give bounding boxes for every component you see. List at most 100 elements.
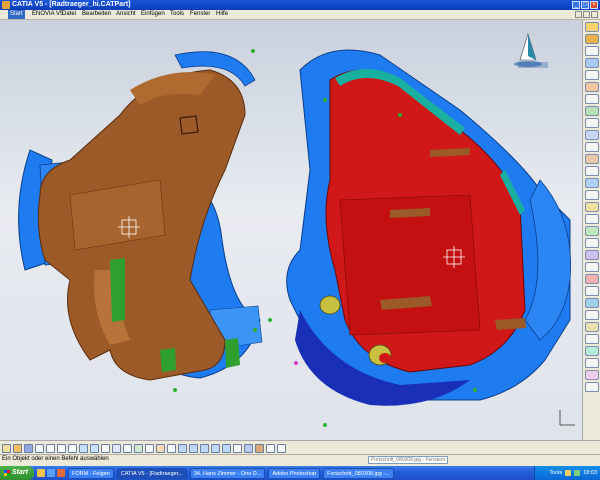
magenta-point (294, 361, 298, 365)
shaft-icon[interactable] (585, 58, 599, 68)
status-bar: Ein Objekt oder einen Befehl auswählen (0, 454, 600, 466)
media-icon[interactable] (56, 469, 65, 477)
mirror-icon[interactable] (585, 274, 599, 284)
taskbar-item-media-player[interactable]: 34. Hans Zimmer - One D... (189, 467, 266, 479)
browser-icon[interactable] (46, 469, 55, 477)
tray-tools-label[interactable]: Tools (549, 470, 562, 476)
thickness-icon[interactable] (585, 190, 599, 200)
update-icon[interactable] (112, 443, 121, 453)
remove-face-icon[interactable] (585, 214, 599, 224)
doc-restore-button[interactable] (583, 11, 590, 18)
swap-space-icon[interactable] (277, 443, 286, 453)
start-label: Start (12, 469, 28, 476)
iso-view-icon[interactable] (244, 443, 253, 453)
draft-icon[interactable] (585, 166, 599, 176)
start-button[interactable]: Start (0, 466, 34, 480)
menu-ansicht[interactable]: Ansicht (116, 10, 136, 19)
minimize-button[interactable]: _ (572, 1, 580, 9)
print-icon[interactable] (35, 443, 44, 453)
catalog-icon[interactable] (123, 443, 132, 453)
analysis-icon[interactable] (585, 370, 599, 380)
thick-surface-icon[interactable] (585, 238, 599, 248)
rotate-icon[interactable] (200, 443, 209, 453)
slot-icon[interactable] (585, 106, 599, 116)
paste-icon[interactable] (68, 443, 77, 453)
stiffener-icon[interactable] (585, 118, 599, 128)
menu-bar: Start ENOVIA V5 Datei Bearbeiten Ansicht… (0, 10, 600, 20)
chamfer-icon[interactable] (585, 154, 599, 164)
whats-this-icon[interactable] (101, 443, 110, 453)
menu-tools[interactable]: Tools (170, 10, 184, 19)
taskbar-item-catia[interactable]: CATIA V5 - [Radtraeger... (116, 467, 187, 479)
taskbar-item-fortschritt[interactable]: Fortschritt_080308.jpg -... (323, 467, 394, 479)
measure-icon[interactable] (585, 382, 599, 392)
scaling-icon[interactable] (585, 298, 599, 308)
multi-section-solid-icon[interactable] (585, 130, 599, 140)
3d-viewport[interactable] (0, 20, 582, 440)
copy-icon[interactable] (57, 443, 66, 453)
quick-launch (36, 469, 65, 477)
pad-icon[interactable] (585, 34, 599, 44)
menu-hilfe[interactable]: Hilfe (216, 10, 228, 19)
measure-between-icon[interactable] (134, 443, 143, 453)
maximize-button[interactable]: □ (581, 1, 589, 9)
new-icon[interactable] (2, 443, 11, 453)
menu-einfuegen[interactable]: Einfügen (141, 10, 165, 19)
redo-icon[interactable] (90, 443, 99, 453)
doc-minimize-button[interactable] (575, 11, 582, 18)
apply-material-icon[interactable] (156, 443, 165, 453)
shading-icon[interactable] (255, 443, 264, 453)
pattern-icon[interactable] (585, 286, 599, 296)
boolean-icon[interactable] (585, 310, 599, 320)
volume-icon[interactable] (574, 470, 581, 476)
sketch-icon[interactable] (585, 22, 599, 32)
zoom-in-icon[interactable] (211, 443, 220, 453)
right-part[interactable] (286, 49, 571, 406)
measure-item-icon[interactable] (145, 443, 154, 453)
fly-mode-icon[interactable] (167, 443, 176, 453)
normal-view-icon[interactable] (233, 443, 242, 453)
constraint-icon[interactable] (585, 322, 599, 332)
pocket-icon[interactable] (585, 46, 599, 56)
taskbar-item-form-felgen[interactable]: FORM - Felgen (67, 467, 114, 479)
title-bar: CATIA V5 - [Radtraeger_hi.CATPart] _ □ × (0, 0, 600, 10)
zoom-out-icon[interactable] (222, 443, 231, 453)
command-input[interactable] (368, 456, 448, 464)
plane-icon[interactable] (585, 358, 599, 368)
menu-datei[interactable]: Datei (62, 10, 76, 19)
shell-icon[interactable] (585, 178, 599, 188)
doc-close-button[interactable] (591, 11, 598, 18)
window-title: CATIA V5 - [Radtraeger_hi.CATPart] (12, 1, 131, 8)
undo-icon[interactable] (79, 443, 88, 453)
save-icon[interactable] (24, 443, 33, 453)
window-controls: _ □ × (572, 1, 598, 9)
hole-icon[interactable] (585, 82, 599, 92)
cut-icon[interactable] (46, 443, 55, 453)
open-icon[interactable] (13, 443, 22, 453)
network-icon[interactable] (565, 470, 572, 476)
catia-app-icon (2, 1, 10, 9)
left-part[interactable] (18, 51, 263, 381)
windows-flag-icon (4, 470, 10, 476)
line-icon[interactable] (585, 346, 599, 356)
groove-icon[interactable] (585, 70, 599, 80)
explorer-icon[interactable] (36, 469, 45, 477)
menu-bearbeiten[interactable]: Bearbeiten (82, 10, 111, 19)
close-button[interactable]: × (590, 1, 598, 9)
clock: 18:03 (583, 470, 597, 476)
hide-show-icon[interactable] (266, 443, 275, 453)
taskbar-item-photoshop[interactable]: Adobe Photoshop (268, 467, 321, 479)
split-icon[interactable] (585, 226, 599, 236)
menu-fenster[interactable]: Fenster (190, 10, 210, 19)
fillet-icon[interactable] (585, 142, 599, 152)
status-prompt: Ein Objekt oder einen Befehl auswählen (2, 456, 109, 462)
rib-icon[interactable] (585, 94, 599, 104)
fit-all-icon[interactable] (178, 443, 187, 453)
point-icon[interactable] (585, 334, 599, 344)
thread-icon[interactable] (585, 202, 599, 212)
menu-start[interactable]: Start (8, 10, 25, 19)
menu-enovia[interactable]: ENOVIA V5 (32, 10, 63, 19)
translation-icon[interactable] (585, 262, 599, 272)
pan-icon[interactable] (189, 443, 198, 453)
close-surface-icon[interactable] (585, 250, 599, 260)
